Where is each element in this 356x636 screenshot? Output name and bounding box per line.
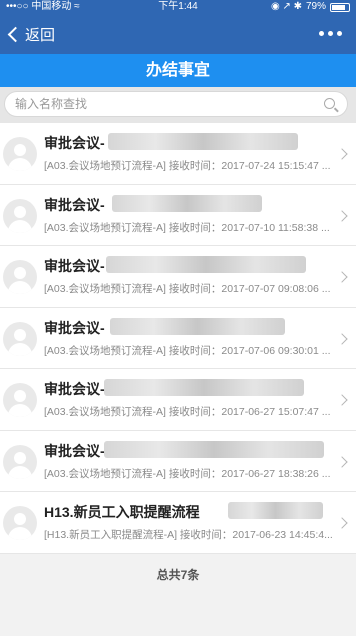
status-bar: •••○○ 中国移动 ≈ 下午1:44 ◉ ↗ ✱ 79% [0,0,356,14]
chevron-left-icon [7,26,24,42]
item-title: 审批会议- [44,319,105,336]
avatar [3,383,37,417]
avatar [3,137,37,171]
redacted-text [104,440,324,458]
search-input[interactable] [15,95,315,113]
redacted-text [110,317,285,335]
list-item[interactable]: 审批会议- [A03.会议场地预订流程-A] 接收时间：2017-07-24 15… [0,123,356,185]
search-bar [0,87,356,123]
chevron-right-icon [336,148,348,160]
avatar [3,444,37,479]
status-right: ◉ ↗ ✱ 79% [271,0,350,14]
redacted-text [108,133,298,150]
item-title: 审批会议- [44,258,105,274]
item-subtitle: [A03.会议场地预订流程-A] 接收时间：2017-06-27 18:38:2… [44,467,331,480]
status-icons: ◉ ↗ ✱ [270,1,302,12]
redacted-text [106,256,306,273]
chevron-right-icon [336,394,348,406]
more-dots-icon [319,31,324,36]
item-title: 审批会议- [44,442,105,459]
page-title: 办结事宜 [0,54,356,87]
list-item[interactable]: 审批会议- [A03.会议场地预订流程-A] 接收时间：2017-07-06 09… [0,307,356,369]
item-title: 审批会议- [44,135,105,151]
chevron-right-icon [336,332,348,345]
item-subtitle: [A03.会议场地预订流程-A] 接收时间：2017-07-07 09:08:0… [44,283,331,295]
chevron-right-icon [336,517,348,529]
redacted-text [104,379,304,396]
app-header: •••○○ 中国移动 ≈ 下午1:44 ◉ ↗ ✱ 79% 返回 [0,0,356,54]
item-subtitle: [A03.会议场地预订流程-A] 接收时间：2017-07-24 15:15:4… [44,160,331,172]
nav-row: 返回 [0,18,356,52]
item-title: H13.新员工入职提醒流程 [44,504,200,520]
back-button[interactable]: 返回 [6,22,55,46]
search-box[interactable] [4,91,348,117]
chevron-right-icon [336,271,348,283]
more-button[interactable] [319,31,342,36]
redacted-text [228,502,323,519]
item-subtitle: [A03.会议场地预订流程-A] 接收时间：2017-07-10 11:58:3… [44,221,330,234]
total-count: 总共7条 [156,568,200,582]
back-label: 返回 [25,26,56,44]
avatar [3,260,37,294]
redacted-text [112,194,262,212]
avatar [3,198,37,233]
avatar [3,506,37,540]
item-title: 审批会议- [44,196,105,213]
item-subtitle: [A03.会议场地预订流程-A] 接收时间：2017-06-27 15:07:4… [44,406,331,418]
list-item[interactable]: 审批会议- [A03.会议场地预订流程-A] 接收时间：2017-06-27 18… [0,430,356,492]
item-subtitle: [A03.会议场地预订流程-A] 接收时间：2017-07-06 09:30:0… [44,344,331,357]
list-item[interactable]: 审批会议- [A03.会议场地预订流程-A] 接收时间：2017-07-10 11… [0,184,356,246]
battery-icon [330,2,350,12]
list-item[interactable]: 审批会议- [A03.会议场地预订流程-A] 接收时间：2017-06-27 15… [0,369,356,431]
search-icon[interactable] [324,98,335,109]
chevron-right-icon [336,209,348,222]
battery-percent: 79% [305,1,326,12]
list-item[interactable]: 审批会议- [A03.会议场地预订流程-A] 接收时间：2017-07-07 09… [0,246,356,308]
item-title: 审批会议- [44,381,105,397]
list-item[interactable]: H13.新员工入职提醒流程 [H13.新员工入职提醒流程-A] 接收时间：2017… [0,492,356,554]
item-subtitle: [H13.新员工入职提醒流程-A] 接收时间：2017-06-23 14:45:… [44,529,333,541]
chevron-right-icon [336,455,348,468]
task-list: 审批会议- [A03.会议场地预订流程-A] 接收时间：2017-07-24 15… [0,123,356,554]
avatar [3,321,37,356]
